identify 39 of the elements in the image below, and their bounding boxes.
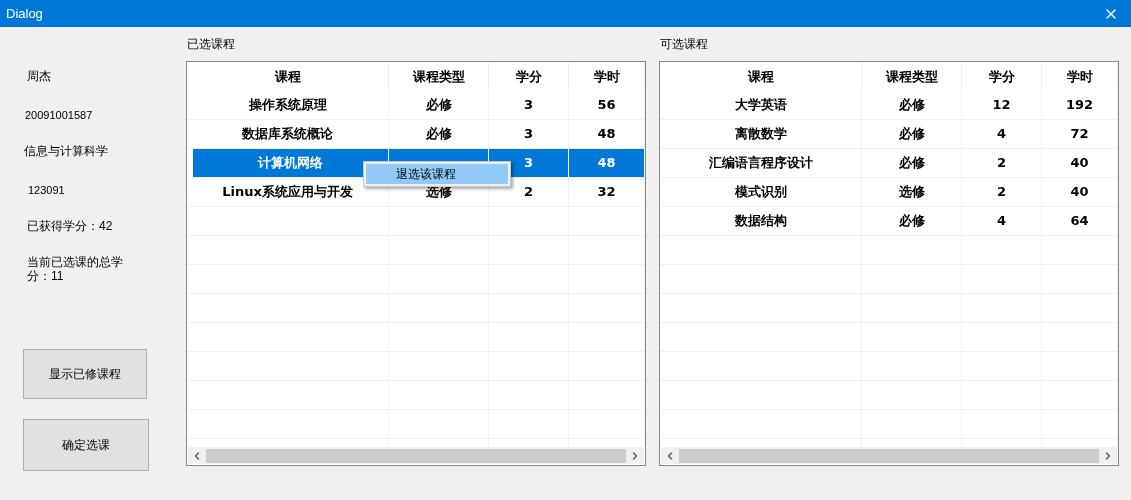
table-cell: 40 <box>1042 149 1118 177</box>
class-number: 123091 <box>28 182 66 198</box>
table-cell: 32 <box>569 178 645 206</box>
table-cell: 数据结构 <box>660 207 862 235</box>
table-title: 可选课程 <box>659 36 709 53</box>
table-cell: 48 <box>569 120 645 148</box>
table-cell: 必修 <box>862 207 962 235</box>
student-id: 20091001587 <box>25 108 94 123</box>
table-cell: 选修 <box>862 178 962 206</box>
table-title: 已选课程 <box>186 36 236 53</box>
table-cell: 操作系统原理 <box>187 91 389 119</box>
table-cell: 大学英语 <box>660 91 862 119</box>
table-cell: 必修 <box>862 149 962 177</box>
table-cell: 必修 <box>862 91 962 119</box>
table-cell: 汇编语言程序设计 <box>660 149 862 177</box>
table-cell: 2 <box>962 178 1042 206</box>
table-cell: 模式识别 <box>660 178 862 206</box>
table-cell: 4 <box>962 207 1042 235</box>
table-cell: 56 <box>569 91 645 119</box>
table-cell: 必修 <box>862 120 962 148</box>
table-cell: 必修 <box>389 91 489 119</box>
student-name: 周杰 <box>27 68 52 85</box>
table-cell: 12 <box>962 91 1042 119</box>
table-cell: 40 <box>1042 178 1118 206</box>
table-cell: 192 <box>1042 91 1118 119</box>
selected-credits: 当前已选课的总学分：11 <box>27 255 124 283</box>
student-major: 信息与计算科学 <box>24 142 109 160</box>
table-cell: 离散数学 <box>660 120 862 148</box>
table-cell: 2 <box>962 149 1042 177</box>
table-cell: 72 <box>1042 120 1118 148</box>
table-cell: 64 <box>1042 207 1118 235</box>
table-cell: 3 <box>489 120 569 148</box>
table-cell: 48 <box>569 149 645 177</box>
table-cell: 3 <box>489 91 569 119</box>
table-cell: 4 <box>962 120 1042 148</box>
earned-credits: 已获得学分：42 <box>27 218 114 235</box>
window-title: Dialog <box>6 4 43 23</box>
table-cell: 必修 <box>389 120 489 148</box>
table-cell: 数据库系统概论 <box>187 120 389 148</box>
